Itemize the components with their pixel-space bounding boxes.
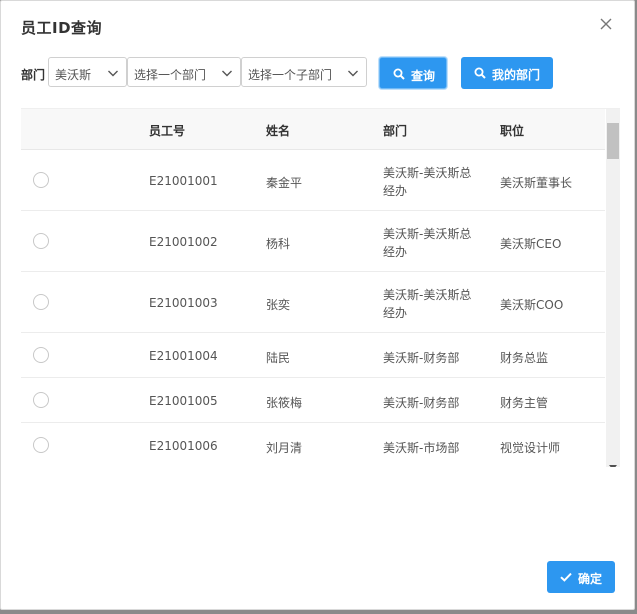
position-cell: 美沃斯董事长 [500, 176, 573, 190]
company-select-value: 美沃斯 [55, 68, 92, 82]
name-cell: 秦金平 [266, 176, 303, 190]
department-cell: 美沃斯-财务部 [383, 396, 460, 410]
name-cell: 杨科 [266, 237, 291, 251]
department-cell-line1: 美沃斯-美沃斯总 [383, 166, 472, 180]
my-department-button-label: 我的部门 [492, 68, 541, 82]
table-scrollbar[interactable] [606, 109, 620, 467]
table-row[interactable]: E21001004 陆民 美沃斯-财务部 财务总监 [21, 333, 605, 378]
row-select-radio[interactable] [33, 437, 49, 453]
company-select[interactable]: 美沃斯 [48, 57, 127, 87]
column-header-department: 部门 [383, 124, 408, 138]
department-cell-line2: 经办 [383, 306, 408, 320]
employee-table: 员工号 姓名 部门 职位 E21001001 秦金平 美沃斯-美沃斯总 经办 美… [21, 108, 620, 467]
row-select-radio[interactable] [33, 172, 49, 188]
subdepartment-select[interactable]: 选择一个子部门 [241, 57, 367, 87]
search-button-label: 查询 [411, 69, 436, 83]
my-department-button[interactable]: 我的部门 [461, 57, 553, 89]
position-cell: 财务主管 [500, 396, 549, 410]
department-filter-label: 部门 [21, 68, 46, 82]
table-row[interactable]: E21001006 刘月清 美沃斯-市场部 视觉设计师 [21, 423, 605, 467]
search-icon [474, 67, 486, 79]
row-select-radio[interactable] [33, 392, 49, 408]
name-cell: 张筱梅 [266, 396, 303, 410]
confirm-button[interactable]: 确定 [547, 561, 615, 593]
scrollbar-thumb[interactable] [607, 123, 619, 159]
employee-id-cell: E21001005 [149, 394, 218, 408]
scroll-up-arrow-icon[interactable] [609, 113, 617, 128]
chevron-down-icon [107, 67, 119, 79]
search-button[interactable]: 查询 [379, 57, 447, 89]
department-cell-line1: 美沃斯-美沃斯总 [383, 288, 472, 302]
employee-id-cell: E21001006 [149, 439, 218, 453]
chevron-down-icon [347, 67, 359, 79]
row-select-radio[interactable] [33, 347, 49, 363]
employee-id-cell: E21001001 [149, 174, 218, 188]
department-cell-line2: 经办 [383, 245, 408, 259]
row-select-radio[interactable] [33, 294, 49, 310]
row-select-radio[interactable] [33, 233, 49, 249]
subdepartment-select-placeholder: 选择一个子部门 [248, 68, 333, 82]
chevron-down-icon [221, 67, 233, 79]
name-cell: 陆民 [266, 351, 291, 365]
table-row[interactable]: E21001002 杨科 美沃斯-美沃斯总 经办 美沃斯CEO [21, 211, 605, 272]
employee-id-cell: E21001003 [149, 296, 218, 310]
department-cell-line1: 美沃斯-美沃斯总 [383, 227, 472, 241]
position-cell: 财务总监 [500, 351, 549, 365]
department-cell: 美沃斯-财务部 [383, 351, 460, 365]
position-cell: 美沃斯COO [500, 298, 564, 312]
table-row[interactable]: E21001001 秦金平 美沃斯-美沃斯总 经办 美沃斯董事长 [21, 150, 605, 211]
column-header-position: 职位 [500, 124, 525, 138]
dialog-title: 员工ID查询 [21, 19, 103, 37]
table-row[interactable]: E21001003 张奕 美沃斯-美沃斯总 经办 美沃斯COO [21, 272, 605, 333]
search-icon [393, 68, 405, 80]
department-cell-line2: 经办 [383, 184, 408, 198]
table-row[interactable]: E21001005 张筱梅 美沃斯-财务部 财务主管 [21, 378, 605, 423]
confirm-button-label: 确定 [578, 572, 603, 586]
table-header: 员工号 姓名 部门 职位 [21, 109, 605, 150]
close-icon[interactable] [598, 16, 614, 32]
department-select[interactable]: 选择一个部门 [127, 57, 241, 87]
column-header-employee-id: 员工号 [149, 124, 186, 138]
department-cell: 美沃斯-市场部 [383, 441, 460, 455]
name-cell: 张奕 [266, 298, 291, 312]
column-header-name: 姓名 [266, 124, 291, 138]
name-cell: 刘月清 [266, 441, 303, 455]
employee-id-dialog: 员工ID查询 部门 美沃斯 选择一个部门 选择一个子部门 查询 我的部门 员工号… [0, 0, 635, 610]
position-cell: 视觉设计师 [500, 441, 561, 455]
scroll-down-arrow-icon[interactable] [609, 456, 617, 467]
employee-id-cell: E21001004 [149, 349, 218, 363]
employee-id-cell: E21001002 [149, 235, 218, 249]
check-icon [560, 571, 572, 583]
department-select-placeholder: 选择一个部门 [134, 68, 207, 82]
position-cell: 美沃斯CEO [500, 237, 562, 251]
